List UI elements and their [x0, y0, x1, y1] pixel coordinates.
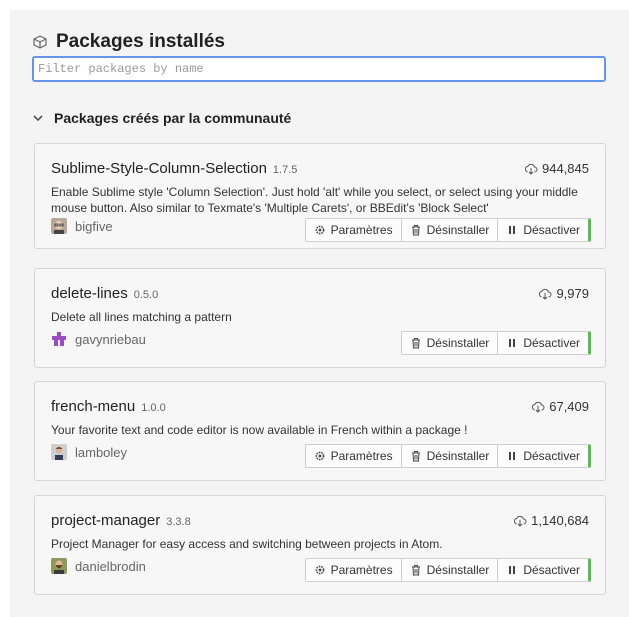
package-card-project-manager[interactable]: project-manager 3.3.8 1,140,684 Project … — [34, 495, 606, 595]
purple-identicon-avatar — [51, 331, 67, 347]
settings-button[interactable]: Paramètres — [304, 444, 402, 468]
pause-icon — [509, 452, 516, 460]
pause-icon — [509, 339, 516, 347]
package-actions: Désinstaller Désactiver — [400, 331, 591, 355]
gear-icon — [315, 225, 324, 235]
page-title: Packages installés — [56, 31, 225, 52]
author-name: lamboley — [75, 444, 128, 460]
package-name[interactable]: french-menu — [51, 398, 135, 415]
uninstall-button[interactable]: Désinstaller — [401, 444, 499, 468]
package-version: 1.7.5 — [272, 164, 298, 176]
filter-packages-input[interactable] — [32, 56, 606, 82]
package-name[interactable]: delete-lines — [51, 285, 128, 302]
package-author[interactable]: gavynriebau — [51, 331, 146, 347]
package-card-delete-lines[interactable]: delete-lines 0.5.0 9,979 Delete all line… — [34, 268, 606, 368]
download-count: 9,979 — [538, 286, 589, 301]
package-description: Enable Sublime style 'Column Selection'.… — [51, 185, 578, 215]
package-author[interactable]: danielbrodin — [51, 558, 146, 574]
package-actions: Paramètres Désinstaller Désactiver — [304, 218, 591, 242]
gear-icon — [315, 451, 324, 461]
package-title-row: project-manager 3.3.8 — [51, 512, 191, 529]
package-version: 1.0.0 — [141, 402, 166, 414]
man-with-glasses-avatar — [51, 218, 67, 234]
package-description: Delete all lines matching a pattern — [51, 310, 232, 324]
package-card-french-menu[interactable]: french-menu 1.0.0 67,409 Your favorite t… — [34, 381, 606, 481]
cloud-download-icon — [514, 515, 527, 527]
package-description: Project Manager for easy access and swit… — [51, 537, 443, 551]
package-name[interactable]: Sublime-Style-Column-Selection — [51, 160, 267, 177]
author-name: bigfive — [75, 218, 113, 234]
gear-icon — [315, 565, 324, 575]
package-version: 3.3.8 — [166, 516, 191, 528]
package-name[interactable]: project-manager — [51, 512, 160, 529]
bearded-man-avatar — [51, 558, 67, 574]
download-count: 1,140,684 — [513, 513, 589, 528]
disable-button[interactable]: Désactiver — [498, 558, 591, 582]
package-title-row: delete-lines 0.5.0 — [51, 285, 158, 302]
cloud-download-icon — [524, 163, 538, 175]
package-actions: Paramètres Désinstaller Désactiver — [304, 444, 591, 468]
trash-icon — [411, 451, 420, 462]
page-header: Packages installés — [32, 31, 225, 53]
package-title-row: Sublime-Style-Column-Selection 1.7.5 — [51, 160, 297, 177]
pause-icon — [509, 226, 516, 234]
trash-icon — [411, 565, 420, 576]
person-avatar — [51, 444, 67, 460]
download-count: 67,409 — [531, 399, 589, 414]
uninstall-button[interactable]: Désinstaller — [401, 558, 499, 582]
package-card-sublime-style-column-selection[interactable]: Sublime-Style-Column-Selection 1.7.5 944… — [34, 143, 606, 249]
trash-icon — [411, 338, 420, 349]
uninstall-button[interactable]: Désinstaller — [400, 331, 499, 355]
download-count: 944,845 — [524, 161, 589, 176]
community-packages-section-toggle[interactable]: Packages créés par la communauté — [32, 110, 291, 126]
section-title: Packages créés par la communauté — [54, 110, 292, 126]
disable-button[interactable]: Désactiver — [498, 331, 591, 355]
package-author[interactable]: bigfive — [51, 218, 113, 234]
pause-icon — [509, 566, 516, 574]
cloud-download-icon — [539, 288, 552, 300]
author-name: gavynriebau — [75, 331, 146, 347]
package-icon — [33, 35, 47, 49]
package-description: Your favorite text and code editor is no… — [51, 423, 468, 437]
package-title-row: french-menu 1.0.0 — [51, 398, 166, 415]
package-actions: Paramètres Désinstaller Désactiver — [304, 558, 591, 582]
settings-button[interactable]: Paramètres — [304, 218, 402, 242]
trash-icon — [411, 225, 420, 236]
disable-button[interactable]: Désactiver — [498, 444, 591, 468]
settings-button[interactable]: Paramètres — [304, 558, 402, 582]
chevron-down-icon — [33, 115, 43, 122]
uninstall-button[interactable]: Désinstaller — [401, 218, 499, 242]
author-name: danielbrodin — [75, 558, 146, 574]
package-author[interactable]: lamboley — [51, 444, 127, 460]
cloud-download-icon — [532, 401, 545, 413]
disable-button[interactable]: Désactiver — [498, 218, 591, 242]
package-version: 0.5.0 — [133, 289, 159, 301]
